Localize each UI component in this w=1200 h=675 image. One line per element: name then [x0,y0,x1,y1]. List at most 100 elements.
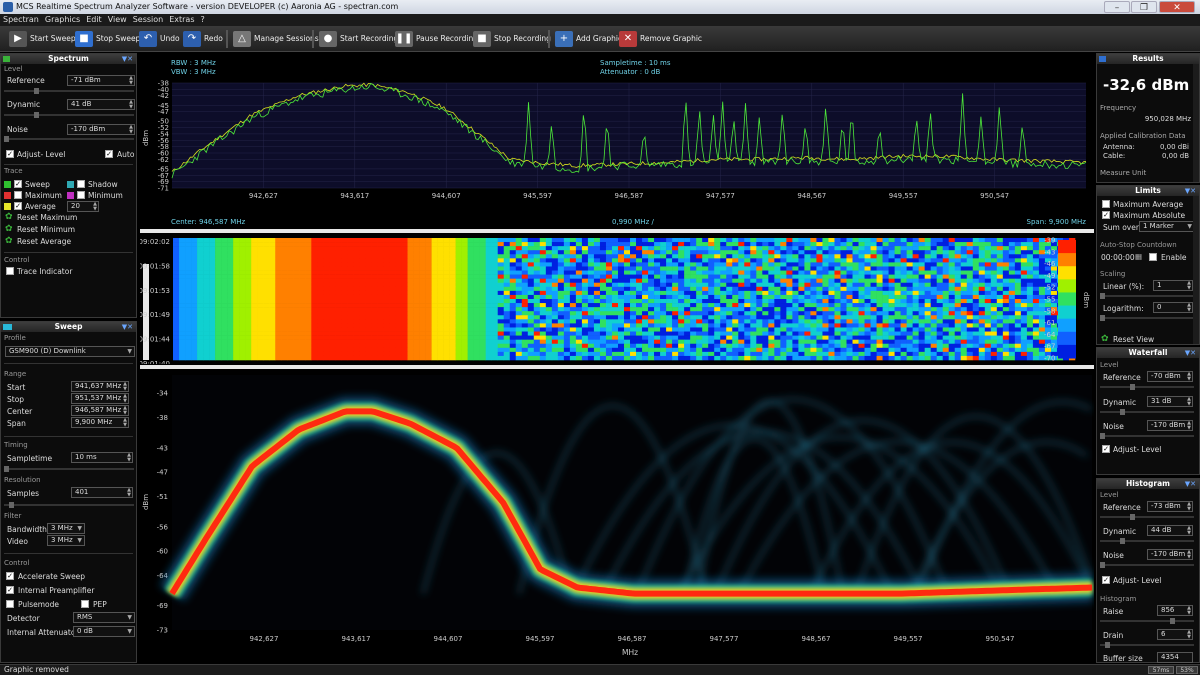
linear-slider[interactable] [1100,293,1194,299]
reset-minimum-button[interactable]: Reset Minimum [5,224,75,234]
reset-view-button[interactable]: Reset View [1101,334,1154,344]
pause-recording-button[interactable]: ❚❚ Pause Recording [392,29,478,49]
redo-button[interactable]: ↷ Redo [180,29,223,49]
pulsemode-checkbox[interactable] [6,600,14,608]
spin-arrows-icon[interactable]: ▲ ▼ [127,488,131,497]
waterfall-noise-slider[interactable] [1100,433,1194,439]
close-button[interactable]: ✕ [1159,1,1195,13]
stop-recording-button[interactable]: ■ Stop Recording [470,29,551,49]
spin-arrows-icon[interactable]: ▲ ▼ [123,382,127,391]
dynamic-slider[interactable] [4,112,134,118]
waterfall-dynamic-field[interactable]: 31 dB ▲ ▼ [1147,396,1193,407]
pin-icon[interactable]: ▼✕ [1185,186,1196,196]
reference-field[interactable]: -71 dBm ▲ ▼ [67,75,135,86]
manage-sessions-button[interactable]: △ Manage Sessions [230,29,319,49]
spin-arrows-icon[interactable]: ▲ ▼ [123,394,127,403]
remove-graphic-button[interactable]: ✕ Remove Graphic [616,29,702,49]
average-color-swatch[interactable] [4,203,11,210]
spin-arrows-icon[interactable]: ▲ ▼ [1187,550,1191,559]
maximum-absolute-checkbox[interactable]: ✓ [1102,211,1110,219]
spin-arrows-icon[interactable]: ▲ ▼ [129,100,133,109]
trace-indicator-checkbox[interactable] [6,267,14,275]
average-checkbox[interactable]: ✓ [14,202,22,210]
samples-slider[interactable] [4,502,134,508]
reset-maximum-button[interactable]: Reset Maximum [5,212,77,222]
accelerate-sweep-checkbox[interactable]: ✓ [6,572,14,580]
sweep-checkbox[interactable]: ✓ [14,180,22,188]
spin-arrows-icon[interactable]: ▲ ▼ [123,418,127,427]
histogram-dynamic-slider[interactable] [1100,538,1194,544]
pin-icon[interactable]: ▼✕ [1185,348,1196,358]
start-sweep-button[interactable]: ▶ Start Sweep [6,29,76,49]
waterfall-chart[interactable]: 09:02:0209:01:5809:01:5309:01:4909:01:44… [140,234,1094,364]
drain-field[interactable]: 6 ▲ ▼ [1157,629,1193,640]
dynamic-field[interactable]: 41 dB ▲ ▼ [67,99,135,110]
shadow-color-swatch[interactable] [67,181,74,188]
video-select[interactable]: 3 MHz ▼ [47,535,85,546]
adjust-level-checkbox[interactable]: ✓ [6,150,14,158]
sweep-color-swatch[interactable] [4,181,11,188]
minimize-button[interactable]: – [1104,1,1130,13]
results-scrollbar[interactable] [1193,64,1199,182]
bandwidth-select[interactable]: 3 MHz ▼ [47,523,85,534]
spin-arrows-icon[interactable]: ▲ ▼ [1187,502,1191,511]
pin-icon[interactable]: ▼✕ [1185,479,1196,489]
spin-arrows-icon[interactable]: ▲ ▼ [93,202,97,211]
enable-checkbox[interactable] [1149,253,1157,261]
splitter[interactable] [140,229,1094,233]
minimum-checkbox[interactable] [77,191,85,199]
pin-icon[interactable]: ▼✕ [122,54,133,64]
noise-field[interactable]: -170 dBm ▲ ▼ [67,124,135,135]
waterfall-noise-field[interactable]: -170 dBm ▲ ▼ [1147,420,1193,431]
center-field[interactable]: 946,587 MHz ▲ ▼ [71,405,129,416]
spin-arrows-icon[interactable]: ▲ ▼ [1187,421,1191,430]
sum-over-select[interactable]: 1 Marker ▼ [1139,221,1195,232]
undo-button[interactable]: ↶ Undo [136,29,180,49]
waterfall-adjust-level-checkbox[interactable]: ✓ [1102,445,1110,453]
histogram-adjust-level-checkbox[interactable]: ✓ [1102,576,1110,584]
spectrum-chart[interactable]: RBW : 3 MHz VBW : 3 MHz Sampletime : 10 … [140,53,1094,228]
menu-extras[interactable]: Extras [166,14,197,26]
spin-arrows-icon[interactable]: ▲ ▼ [1187,397,1191,406]
timer-icon[interactable]: ▦ [1135,252,1142,261]
menu-spectran[interactable]: Spectran [0,14,42,26]
reset-average-button[interactable]: Reset Average [5,236,71,246]
auto-checkbox[interactable]: ✓ [105,150,113,158]
menu-view[interactable]: View [105,14,130,26]
spin-arrows-icon[interactable]: ▲ ▼ [1187,281,1191,290]
restore-button[interactable]: ❐ [1131,1,1157,13]
profile-select[interactable]: GSM900 (D) Downlink ▼ [5,346,135,357]
pep-checkbox[interactable] [81,600,89,608]
spin-arrows-icon[interactable]: ▲ ▼ [1187,303,1191,312]
average-count-field[interactable]: 20 ▲ ▼ [67,201,99,212]
span-field[interactable]: 9,900 MHz ▲ ▼ [71,417,129,428]
menu-help[interactable]: ? [198,14,208,26]
stop-field[interactable]: 951,537 MHz ▲ ▼ [71,393,129,404]
histogram-noise-slider[interactable] [1100,562,1194,568]
reference-slider[interactable] [4,88,134,94]
internal-preamplifier-checkbox[interactable]: ✓ [6,586,14,594]
histogram-dynamic-field[interactable]: 44 dB ▲ ▼ [1147,525,1193,536]
spin-arrows-icon[interactable]: ▲ ▼ [123,406,127,415]
spin-arrows-icon[interactable]: ▲ ▼ [1187,606,1191,615]
raise-field[interactable]: 856 ▲ ▼ [1157,605,1193,616]
add-graphic-button[interactable]: + Add Graphic [552,29,622,49]
spin-arrows-icon[interactable]: ▲ ▼ [127,453,131,462]
stop-sweep-button[interactable]: ■ Stop Sweep [72,29,140,49]
samples-field[interactable]: 401 ▲ ▼ [71,487,133,498]
menu-session[interactable]: Session [130,14,167,26]
internal-attenuator-select[interactable]: 0 dB ▼ [73,626,135,637]
histogram-reference-slider[interactable] [1100,514,1194,520]
spin-arrows-icon[interactable]: ▲ ▼ [129,125,133,134]
histogram-reference-field[interactable]: -73 dBm ▲ ▼ [1147,501,1193,512]
limits-scrollbar[interactable] [1193,196,1199,344]
waterfall-reference-slider[interactable] [1100,384,1194,390]
histogram-chart[interactable]: dBm -34-38-43-47-51-56-60-64-69-73 942,6… [140,370,1094,663]
maximum-average-checkbox[interactable] [1102,200,1110,208]
logarithm-slider[interactable] [1100,315,1194,321]
sampletime-field[interactable]: 10 ms ▲ ▼ [71,452,133,463]
raise-slider[interactable] [1100,618,1194,624]
spin-arrows-icon[interactable]: ▲ ▼ [1187,630,1191,639]
start-recording-button[interactable]: ● Start Recording [316,29,398,49]
minimum-color-swatch[interactable] [67,192,74,199]
